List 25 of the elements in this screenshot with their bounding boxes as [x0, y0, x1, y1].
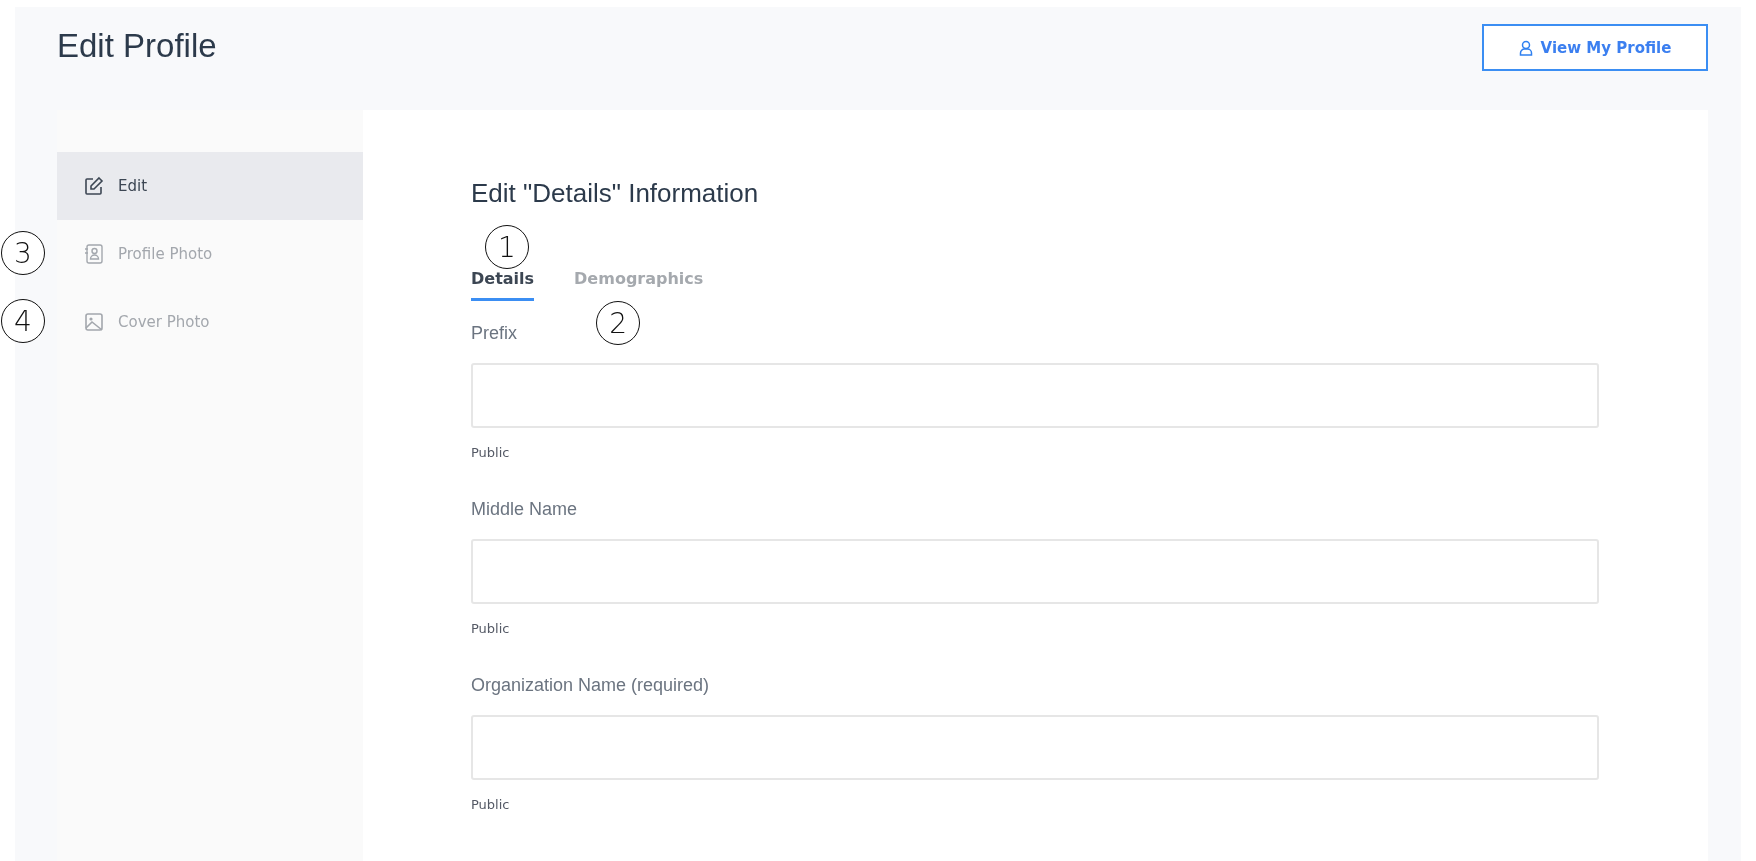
- visibility-note: Public: [471, 621, 510, 636]
- sidebar-item[interactable]: Cover Photo: [57, 288, 363, 356]
- callout-number: 1: [485, 225, 529, 269]
- visibility-note: Public: [471, 797, 510, 812]
- tab[interactable]: Demographics: [574, 269, 704, 301]
- contact-card-icon: [84, 243, 104, 265]
- text-field[interactable]: [471, 363, 1599, 428]
- callout-number: 4: [1, 299, 45, 343]
- pencil-icon: [84, 176, 104, 196]
- visibility-note: Public: [471, 445, 510, 460]
- page-title: Edit Profile: [57, 27, 217, 65]
- sidebar-item[interactable]: Profile Photo: [57, 220, 363, 288]
- text-field[interactable]: [471, 715, 1599, 780]
- view-profile-button[interactable]: View My Profile: [1482, 24, 1708, 71]
- field-label: Prefix: [471, 323, 518, 344]
- image-icon: [84, 312, 104, 332]
- field-label: Organization Name (required): [471, 675, 711, 696]
- person-icon: [1518, 39, 1533, 56]
- text-field[interactable]: [471, 539, 1599, 604]
- field-label: Middle Name: [471, 499, 579, 520]
- sidebar-item[interactable]: Edit: [57, 152, 363, 220]
- callout-number: 2: [596, 301, 641, 345]
- section-heading: Edit "Details" Information: [471, 178, 760, 209]
- tab[interactable]: Details: [471, 269, 535, 301]
- callout-number: 3: [1, 231, 45, 275]
